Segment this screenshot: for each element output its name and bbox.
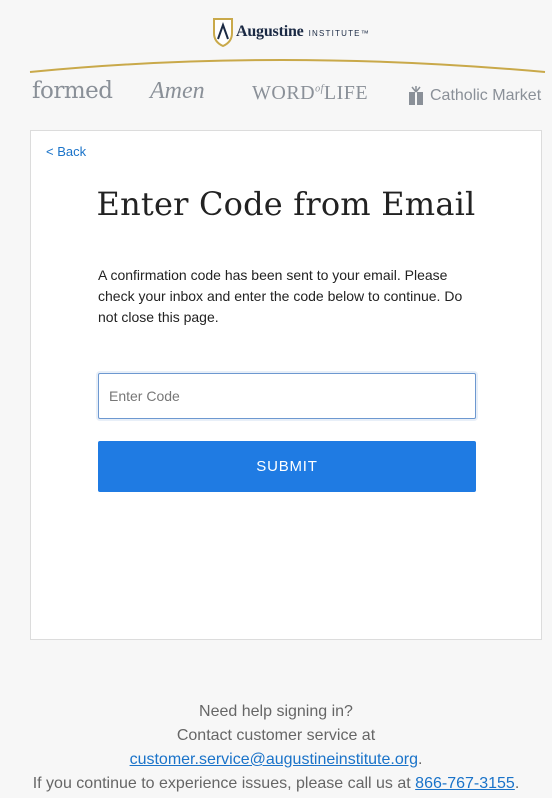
- back-link[interactable]: < Back: [46, 144, 86, 159]
- brand-word-of-life[interactable]: WORDofLIFE: [252, 82, 368, 105]
- gold-arc-divider: [29, 59, 546, 73]
- phone-suffix: .: [514, 775, 520, 792]
- code-input[interactable]: [98, 373, 476, 419]
- help-heading: Need help signing in?: [199, 703, 353, 720]
- login-card: < Back Enter Code from Email A confirmat…: [30, 130, 542, 640]
- contact-text: Contact customer service at: [176, 727, 376, 744]
- phone-line: If you continue to experience issues, pl…: [0, 772, 552, 796]
- instructions-text: A confirmation code has been sent to you…: [98, 267, 463, 325]
- support-phone-link[interactable]: 866-767-3155: [415, 775, 515, 792]
- brand-catholic-market-label: Catholic Market: [430, 87, 542, 104]
- brand-formed[interactable]: formed: [32, 78, 113, 104]
- brand-wol-life: LIFE: [323, 82, 369, 104]
- page-title: Enter Code from Email: [96, 185, 476, 223]
- email-suffix: .: [417, 751, 423, 768]
- brand-bar: formed Amen WORDofLIFE Catholic Market: [0, 78, 552, 110]
- brand-wol-of: of: [315, 83, 324, 95]
- email-line: customer.service@augustineinstitute.org.: [0, 748, 552, 772]
- gift-box-icon: [409, 86, 423, 105]
- brand-wol-word: WORD: [252, 82, 316, 104]
- support-email-link[interactable]: customer.service@augustineinstitute.org: [130, 751, 418, 768]
- help-footer: Need help signing in? Contact customer s…: [0, 700, 552, 796]
- site-header: Augustine INSTITUTE™ formed Amen WORDofL…: [0, 0, 552, 120]
- brand-amen[interactable]: Amen: [150, 78, 205, 105]
- submit-button[interactable]: SUBMIT: [98, 441, 476, 492]
- phone-prefix-text: If you continue to experience issues, pl…: [32, 775, 416, 792]
- brand-catholic-market[interactable]: Catholic Market: [408, 86, 541, 106]
